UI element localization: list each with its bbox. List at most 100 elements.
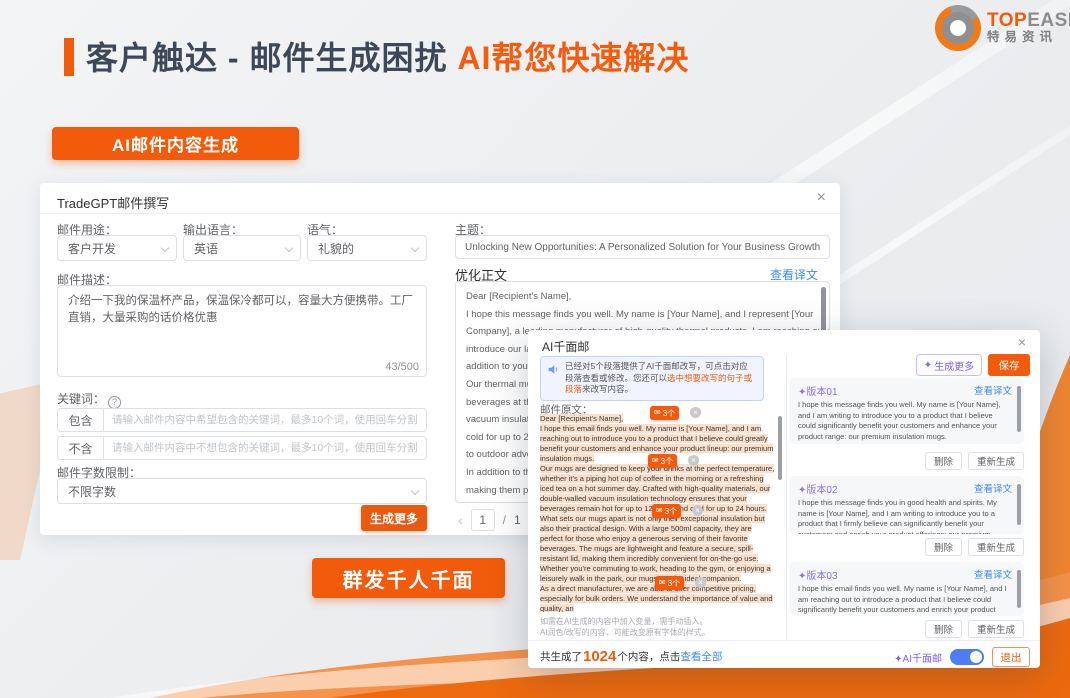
subject-input[interactable] [455,235,830,259]
envelope-icon: ✉ [659,579,666,587]
rewrite-count-badge[interactable]: ✉3个 [655,576,684,590]
save-button[interactable]: 保存 [988,354,1030,376]
generate-more-label: 生成更多 [934,358,974,373]
page-prev-icon[interactable]: ‹ [458,512,463,528]
badge-count: 3个 [661,456,673,467]
exit-button[interactable]: 退出 [992,647,1030,667]
topease-logo: TOPEASE® 特易资讯 [935,5,1070,51]
version-number: 版本02 [806,485,837,496]
view-translation-link[interactable]: 查看译文 [974,481,1012,496]
language-select[interactable]: 英语 [183,235,301,261]
envelope-icon: ✉ [654,409,661,417]
notice-text-2: 来改写内容。 [582,384,633,394]
overlay-generate-more-button[interactable]: ✦生成更多 [916,354,982,376]
rewrite-count-badge[interactable]: ✉3个 [648,454,677,468]
overlay-title: AI千面邮 [542,338,589,355]
keywords-label: 关键词：? [57,390,121,409]
toggle-knob [970,651,982,663]
view-translation-link[interactable]: 查看译文 [974,383,1012,398]
view-translation-link[interactable]: 查看译文 [974,567,1012,582]
include-keywords-input[interactable] [104,409,426,431]
version-text: I hope this email finds you well. My nam… [798,584,1012,616]
title-accent-bar [64,38,74,76]
badge-count: 3个 [665,506,677,517]
include-label: 包含 [58,409,104,431]
chevron-down-icon [285,244,293,252]
body-line: I hope this message finds you well. My n… [466,306,819,324]
description-textarea[interactable]: 介绍一下我的保温杯产品，保温保冷都可以，容量大方便携带。工厂直销，大量采购的话价… [57,285,427,377]
badge-dismiss-icon[interactable]: × [695,577,706,588]
original-paragraph[interactable]: What sets our mugs apart is not only the… [540,514,776,584]
mass-send-badge: 群发千人千面 [312,558,505,598]
exclude-keywords-input[interactable] [104,437,426,459]
version-actions-01: 删除 重新生成 [925,452,1024,470]
purpose-select[interactable]: 客户开发 [57,235,177,261]
regenerate-button[interactable]: 重新生成 [968,538,1024,556]
page-current[interactable]: 1 [471,509,495,531]
megaphone-icon [547,363,560,376]
word-limit-select[interactable]: 不限字数 [57,478,427,504]
sparkle-icon: ✦ [924,360,932,371]
badge-dismiss-icon[interactable]: × [688,455,699,466]
page-title: 客户触达 - 邮件生成困扰 AI帮您快速解决 [86,33,689,79]
rewrite-notice: 已经对5个段落提供了AI千面邮改写，可点击对应段落查看或修改。您还可以选中想要改… [540,356,764,401]
regenerate-button[interactable]: 重新生成 [968,620,1024,638]
rewrite-count-badge[interactable]: ✉3个 [652,504,681,518]
version-text: I hope this message finds you well. My n… [798,400,1012,442]
envelope-icon: ✉ [652,457,659,465]
scrollbar-thumb[interactable] [1017,570,1021,608]
chevron-down-icon [411,487,419,495]
scrollbar-thumb[interactable] [1017,386,1021,432]
compose-close-icon[interactable]: × [817,190,826,206]
delete-button[interactable]: 删除 [925,452,962,470]
page-separator: / [503,513,506,527]
pane-divider [786,354,787,640]
tone-select[interactable]: 礼貌的 [307,235,427,261]
paragraph-text: Dear [Recipient's Name], [540,414,623,423]
badge-count: 3个 [668,578,680,589]
scrollbar-thumb[interactable] [778,416,782,480]
version-actions-02: 删除 重新生成 [925,538,1024,556]
view-all-link[interactable]: 查看全部 [680,649,722,664]
page-total: 1 [514,513,521,527]
logo-ease: EASE [1027,10,1070,31]
footnotes: 如需在AI生成的内容中加入变量，需手动插入。 AI润色/改写的内容，可能改变原有… [540,616,710,638]
generated-summary: 共生成了 1024 个内容，点击 查看全部 [540,648,722,665]
version-label: ✦版本02 [798,481,838,496]
overlay-close-icon[interactable]: × [1018,335,1026,349]
regenerate-button[interactable]: 重新生成 [968,452,1024,470]
chevron-down-icon [161,244,169,252]
badge-count: 3个 [663,408,675,419]
help-icon[interactable]: ? [108,396,121,409]
delete-button[interactable]: 删除 [925,538,962,556]
generated-count: 1024 [583,648,616,665]
version-card-03: ✦版本03 查看译文 I hope this email finds you w… [790,562,1024,616]
ai-qianmian-toggle[interactable] [950,649,984,665]
ai-qianmian-dialog: AI千面邮 × 已经对5个段落提供了AI千面邮改写，可点击对应段落查看或修改。您… [528,330,1040,668]
badge-dismiss-icon[interactable]: × [690,407,701,418]
version-number: 版本03 [806,571,837,582]
delete-button[interactable]: 删除 [925,620,962,638]
tone-value: 礼貌的 [318,240,354,257]
version-card-01: ✦版本01 查看译文 I hope this message finds you… [790,378,1024,444]
footer-controls: ✦AI千面邮 退出 [894,647,1030,667]
language-value: 英语 [194,240,218,257]
chevron-down-icon [411,244,419,252]
paragraph-text: What sets our mugs apart is not only the… [540,514,771,583]
sparkle-icon: ✦ [894,654,902,665]
rewrite-count-badge[interactable]: ✉3个 [650,406,679,420]
body-line: Dear [Recipient's Name], [466,288,819,306]
version-number: 版本01 [806,387,837,398]
version-label: ✦版本03 [798,567,838,582]
logo-text: TOPEASE® 特易资讯 [987,11,1070,44]
ai-email-generation-badge: AI邮件内容生成 [52,127,299,160]
scrollbar-thumb[interactable] [1017,484,1021,525]
generate-more-button[interactable]: 生成更多 [361,505,427,531]
keywords-label-text: 关键词： [57,392,105,406]
topease-logo-icon [935,5,981,51]
compose-dialog-title: TradeGPT邮件撰写 [57,193,169,212]
exclude-label: 不含 [58,437,104,459]
badge-dismiss-icon[interactable]: × [692,505,703,516]
footer-divider [528,640,1040,641]
version-text: I hope this message finds you in good he… [798,498,1012,534]
